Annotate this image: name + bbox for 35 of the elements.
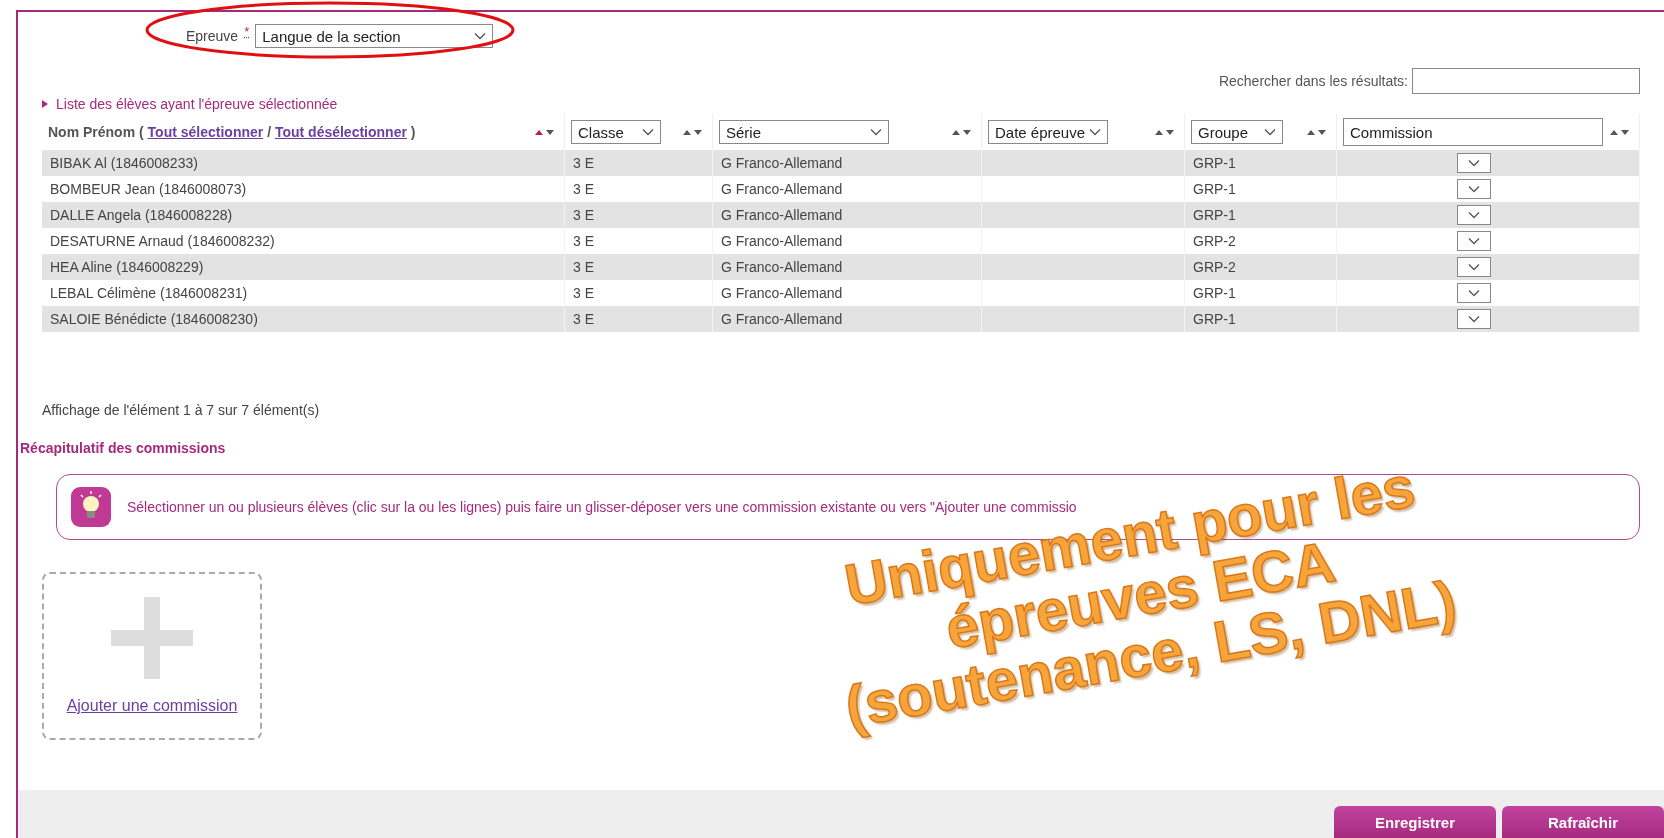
table-cell: 3 E [565,306,713,332]
epreuve-select[interactable]: Langue de la section [255,24,494,48]
add-commission-link[interactable]: Ajouter une commission [66,697,238,715]
column-filter-select[interactable]: Groupe [1191,120,1283,144]
table-cell: GRP-2 [1185,254,1337,280]
required-mark: * [244,24,250,39]
table-cell: GRP-1 [1185,306,1337,332]
column-filter-field[interactable]: Commission [1343,118,1603,146]
search-label: Rechercher dans les résultats: [1218,73,1408,89]
footer-button[interactable]: Rafraîchir [1502,806,1664,838]
table-cell: 3 E [565,202,713,228]
table-cell: GRP-1 [1185,202,1337,228]
table-cell: G Franco-Allemand [713,306,982,332]
table-cell: G Franco-Allemand [713,202,982,228]
table-cell: G Franco-Allemand [713,254,982,280]
table-cell: DALLE Angela (1846008228) [42,202,565,228]
select-all-link[interactable]: Tout sélectionner [147,124,264,140]
table-cell: BIBAK Al (1846008233) [42,150,565,176]
list-title: Liste des élèves ayant l'épreuve sélectionnée [56,96,338,112]
table-cell: GRP-1 [1185,150,1337,176]
column-filter-select[interactable]: Classe [571,120,661,144]
add-commission-area[interactable]: Ajouter une commission [42,572,262,740]
column-filter-select[interactable]: Série [719,120,889,144]
table-cell: G Franco-Allemand [713,150,982,176]
section-title: Récapitulatif des commissions [19,439,227,456]
footer-button[interactable]: Enregistrer [1334,806,1496,838]
deselect-all-link[interactable]: Tout désélectionner [274,124,407,140]
table-cell: HEA Aline (1846008229) [42,254,565,280]
column-filter-select[interactable]: Date épreuve [988,120,1108,144]
name-header: Nom Prénom ( Tout sélectionner / Tout désélectionner ) [48,124,417,140]
epreuve-label: Epreuve [186,28,239,44]
table-cell: SALOIE Bénédicte (1846008230) [42,306,565,332]
table-cell: 3 E [565,150,713,176]
table-cell: 3 E [565,254,713,280]
pagination-info: Affichage de l'élément 1 à 7 sur 7 élément(s) [41,401,321,418]
